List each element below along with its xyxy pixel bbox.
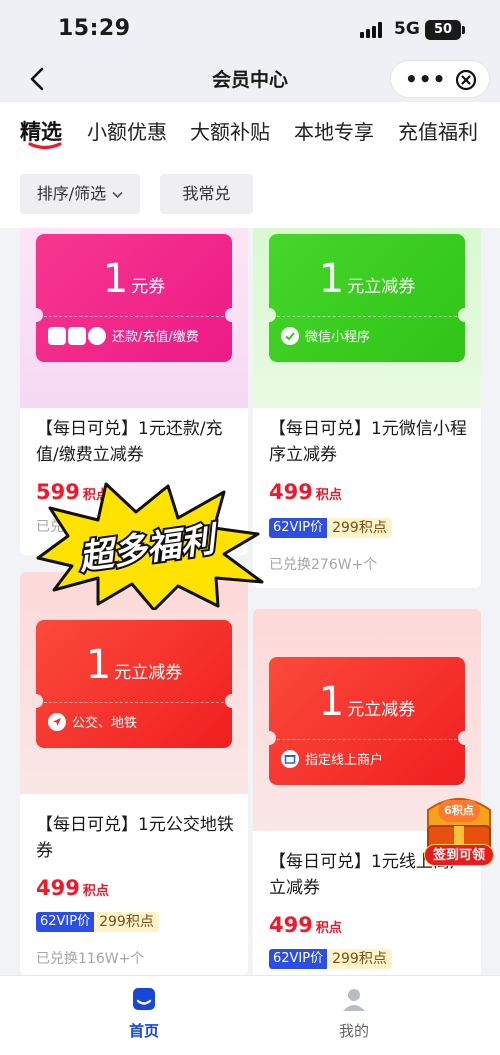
chevron-down-icon	[112, 191, 123, 198]
coupon-ticket: 1 元立减券 指定线上商户	[269, 657, 465, 785]
exchange-count: 已兑换276W+个	[269, 557, 378, 573]
coupon-amount: 1	[102, 256, 129, 302]
sign-in-gift-button[interactable]: 6积点 签到可领	[420, 790, 498, 870]
coupon-type: 元立减券	[347, 700, 416, 720]
network-type: 5G	[394, 19, 420, 39]
tab-small-discount[interactable]: 小额优惠	[87, 116, 167, 145]
coupon-amount: 1	[85, 642, 112, 688]
coupon-price: 499 积点	[36, 876, 109, 900]
close-icon[interactable]	[455, 69, 477, 91]
coupon-type: 元券	[131, 277, 166, 297]
coupon-ticket: 1 元券 还款/充值/缴费	[36, 234, 232, 362]
bottom-tab-bar: 首页 我的	[0, 975, 500, 1055]
vip-price-tag: 62VIP价 299积点	[269, 518, 392, 538]
coupon-visual: 1 元券 还款/充值/缴费	[20, 228, 248, 408]
check-icon	[281, 326, 299, 345]
more-button[interactable]: •••	[405, 69, 446, 89]
active-tab-underline	[28, 142, 62, 150]
status-time: 15:29	[58, 16, 131, 41]
tab-home[interactable]: 首页	[104, 986, 184, 1041]
tab-home-label: 首页	[128, 1022, 159, 1040]
tab-large-subsidy[interactable]: 大额补贴	[190, 116, 270, 145]
tab-mine[interactable]: 我的	[314, 986, 394, 1041]
coupon-title: 【每日可兑】1元公交地铁券	[36, 815, 234, 861]
coupon-ticket: 1 元立减券 微信小程序	[269, 234, 465, 362]
profile-icon	[343, 989, 365, 1011]
coupon-ticket: 1 元立减券 公交、地铁	[36, 620, 232, 748]
sort-filter-label: 排序/筛选	[36, 184, 107, 203]
coupon-title: 【每日可兑】1元微信小程序立减券	[269, 419, 467, 465]
gift-label: 签到可领	[424, 844, 494, 866]
nav-bar: 会员中心 •••	[0, 58, 500, 102]
sort-filter-button[interactable]: 排序/筛选	[20, 174, 140, 214]
tab-local-exclusive[interactable]: 本地专享	[294, 116, 374, 145]
coupon-type: 元立减券	[347, 277, 416, 297]
card-phone-bill-icons	[48, 326, 106, 345]
navigation-arrow-icon	[48, 712, 66, 731]
home-icon	[133, 988, 155, 1010]
coupon-scope: 微信小程序	[305, 330, 371, 345]
coupon-visual: 1 元立减券 微信小程序	[253, 228, 481, 408]
exchange-count: 已兑换116W+个	[36, 951, 145, 967]
coupon-scope: 公交、地铁	[72, 716, 138, 731]
frequent-exchange-button[interactable]: 我常兑	[160, 174, 253, 214]
category-tabs: 精选 小额优惠 大额补贴 本地专享 充值福利	[0, 102, 500, 166]
battery-icon: 50	[425, 20, 465, 40]
coupon-amount: 1	[318, 256, 345, 302]
tab-mine-label: 我的	[338, 1022, 369, 1040]
vip-price-tag: 62VIP价 299积点	[36, 912, 159, 932]
coupon-scope: 还款/充值/缴费	[112, 330, 199, 345]
signal-icon	[360, 22, 386, 38]
coupon-card[interactable]: 1 元立减券 微信小程序 【每日可兑】1元微信小程序立减券 499 积点 62VIP…	[253, 228, 481, 588]
status-bar: 15:29 5G 50	[0, 0, 500, 58]
coupon-amount: 1	[318, 679, 345, 725]
miniapp-capsule: •••	[390, 60, 490, 98]
coupon-type: 元立减券	[114, 663, 183, 683]
coupon-scope: 指定线上商户	[305, 753, 384, 768]
coupon-price: 499 积点	[269, 913, 342, 937]
gift-points-bubble: 6积点	[438, 800, 480, 822]
coupon-title: 【每日可兑】1元还款/充值/缴费立减券	[36, 419, 223, 465]
store-icon	[281, 749, 299, 768]
tab-recharge-benefits[interactable]: 充值福利	[398, 116, 478, 145]
coupon-price: 499 积点	[269, 480, 342, 504]
filter-bar: 排序/筛选 我常兑	[0, 166, 500, 228]
coupon-card[interactable]: 1 元立减券 公交、地铁 【每日可兑】1元公交地铁券 499 积点 62VIP价 29…	[20, 572, 248, 975]
promo-burst-badge: 超多福利	[36, 482, 264, 610]
vip-price-tag: 62VIP价 299积点	[269, 949, 392, 969]
